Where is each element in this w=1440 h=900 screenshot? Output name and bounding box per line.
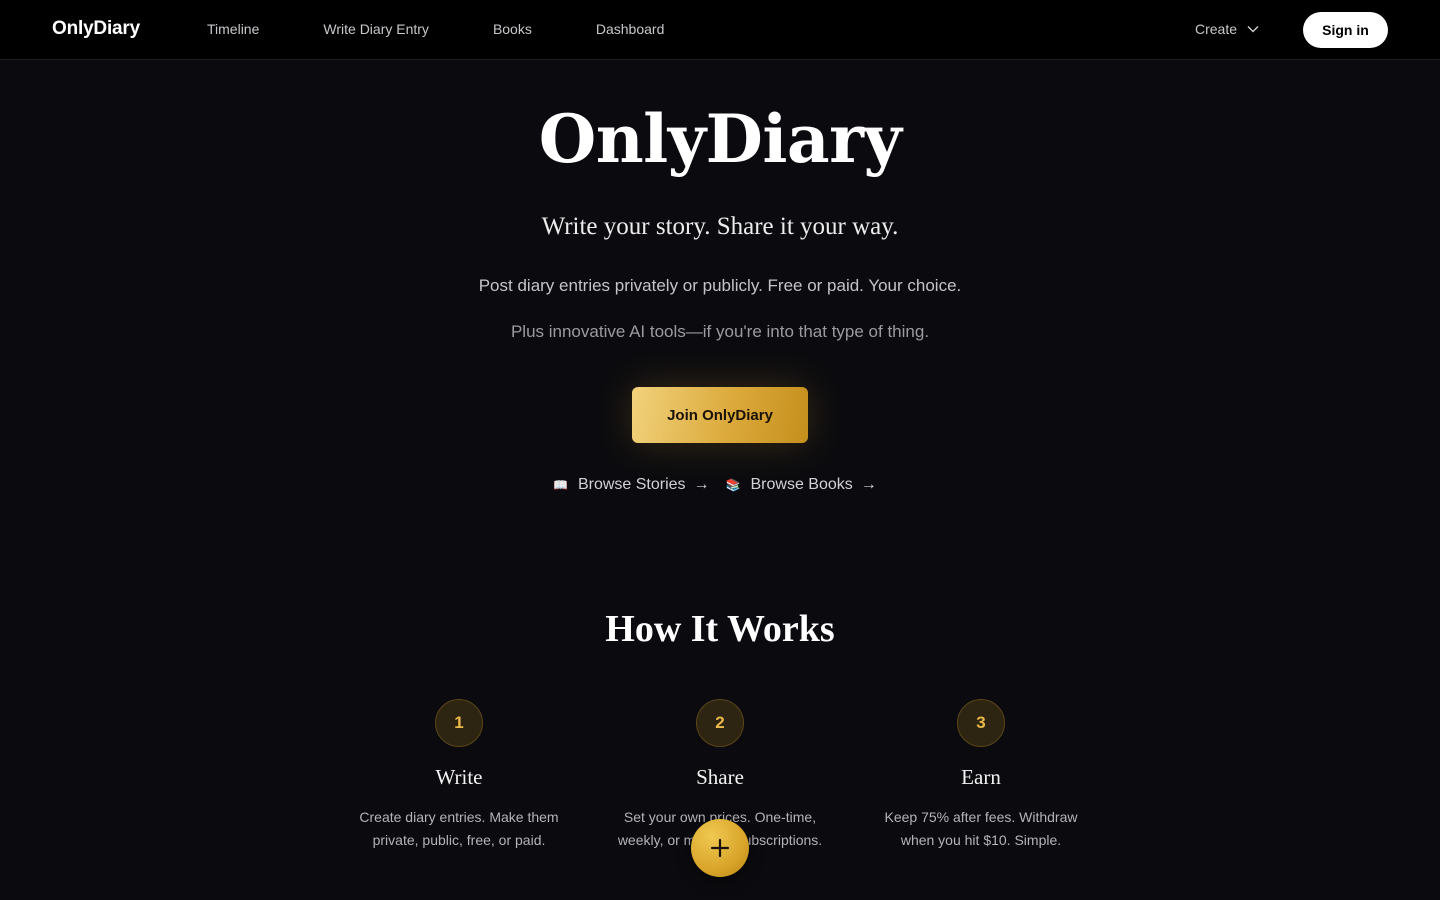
nav-link-dashboard[interactable]: Dashboard bbox=[596, 21, 665, 37]
hero-ai-tools-note: Plus innovative AI tools—if you're into … bbox=[510, 322, 930, 341]
step-number-badge: 1 bbox=[435, 699, 483, 747]
nav-link-timeline[interactable]: Timeline bbox=[207, 21, 259, 37]
step-number-badge: 3 bbox=[957, 699, 1005, 747]
browse-books-label: Browse Books bbox=[750, 476, 853, 493]
how-it-works-title: How It Works bbox=[605, 608, 835, 650]
create-dropdown-label: Create bbox=[1195, 21, 1238, 37]
step-earn: 3 Earn Keep 75% after fees. Withdraw whe… bbox=[851, 699, 1111, 852]
arrow-right-icon: → bbox=[860, 476, 877, 493]
hero-subtitle: Write your story. Share it your way. bbox=[541, 213, 899, 240]
step-title: Write bbox=[435, 765, 483, 789]
hero-description: Post diary entries privately or publicly… bbox=[478, 276, 962, 295]
step-description: Keep 75% after fees. Withdraw when you h… bbox=[884, 809, 1078, 848]
create-dropdown[interactable]: Create bbox=[1195, 21, 1259, 37]
step-description: Create diary entries. Make them private,… bbox=[359, 809, 559, 848]
arrow-right-icon: → bbox=[693, 476, 710, 493]
step-number-badge: 2 bbox=[696, 699, 744, 747]
join-onlydiary-button[interactable]: Join OnlyDiary bbox=[632, 387, 808, 443]
open-book-icon: 📖 bbox=[553, 478, 568, 492]
chevron-down-icon bbox=[1247, 25, 1259, 33]
top-navbar: OnlyDiary Timeline Write Diary Entry Boo… bbox=[0, 0, 1440, 60]
browse-stories-label: Browse Stories bbox=[577, 476, 686, 493]
browse-links: 📖 Browse Stories → 📚 Browse Books → bbox=[553, 476, 877, 494]
nav-links: Timeline Write Diary Entry Books Dashboa… bbox=[207, 21, 728, 37]
nav-link-write-diary-entry[interactable]: Write Diary Entry bbox=[323, 21, 429, 37]
browse-books-link[interactable]: 📚 Browse Books → bbox=[726, 476, 877, 494]
hero-title: OnlyDiary bbox=[538, 100, 902, 178]
books-icon: 📚 bbox=[725, 478, 741, 492]
nav-link-books[interactable]: Books bbox=[493, 21, 532, 37]
step-title: Earn bbox=[961, 765, 1001, 789]
brand-logo[interactable]: OnlyDiary bbox=[52, 18, 140, 40]
create-fab-button[interactable] bbox=[691, 819, 749, 877]
browse-stories-link[interactable]: 📖 Browse Stories → bbox=[553, 476, 710, 494]
step-write: 1 Write Create diary entries. Make them … bbox=[329, 699, 589, 852]
plus-icon bbox=[710, 838, 730, 858]
step-title: Share bbox=[696, 765, 744, 789]
sign-in-button[interactable]: Sign in bbox=[1303, 12, 1388, 48]
